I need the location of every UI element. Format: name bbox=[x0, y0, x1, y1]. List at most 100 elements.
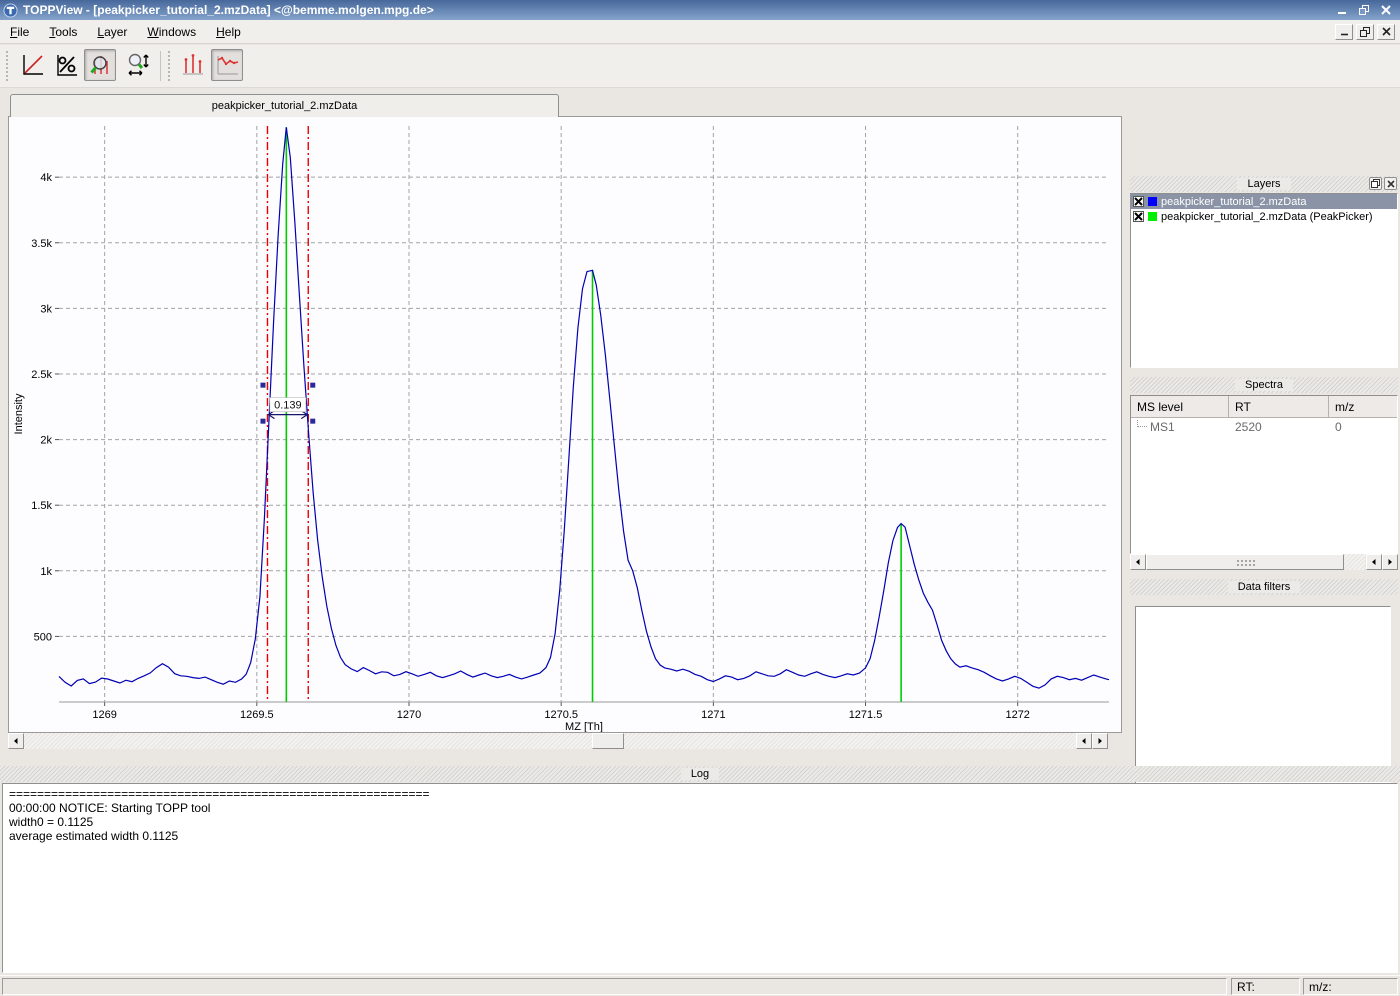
show-raw-data-button[interactable] bbox=[211, 49, 243, 81]
magnifier-move-icon bbox=[125, 52, 151, 78]
svg-text:1269: 1269 bbox=[92, 709, 116, 721]
toppview-window: TOPPView - [peakpicker_tutorial_2.mzData… bbox=[0, 0, 1400, 996]
menu-item-layer[interactable]: Layer bbox=[87, 22, 137, 42]
svg-text:Intensity: Intensity bbox=[13, 393, 25, 434]
spectra-panel-titlebar[interactable]: Spectra bbox=[1130, 377, 1398, 393]
window-title: TOPPView - [peakpicker_tutorial_2.mzData… bbox=[23, 3, 434, 17]
restore-icon bbox=[1359, 5, 1370, 16]
data-filters-panel-title: Data filters bbox=[1228, 581, 1301, 593]
scroll-right-button[interactable] bbox=[1092, 733, 1108, 749]
mdi-minimize-button[interactable] bbox=[1335, 24, 1353, 40]
window-titlebar[interactable]: TOPPView - [peakpicker_tutorial_2.mzData… bbox=[0, 0, 1400, 20]
thumb-grip-dots bbox=[1236, 559, 1256, 567]
spectra-ms-level: MS1 bbox=[1150, 420, 1175, 434]
arrow-right-icon bbox=[1386, 558, 1394, 566]
svg-text:1270: 1270 bbox=[397, 709, 421, 721]
svg-text:3.5k: 3.5k bbox=[31, 238, 52, 250]
close-icon bbox=[1381, 5, 1391, 15]
arrow-left-icon bbox=[12, 737, 20, 745]
arrow-left-icon bbox=[1134, 558, 1142, 566]
window-minimize-button[interactable] bbox=[1334, 3, 1350, 17]
svg-text:1270.5: 1270.5 bbox=[544, 709, 578, 721]
raw-line-icon bbox=[214, 52, 240, 78]
layer-visibility-checkbox[interactable] bbox=[1133, 196, 1144, 207]
toolbar bbox=[0, 45, 1400, 88]
svg-text:1271: 1271 bbox=[701, 709, 725, 721]
svg-text:MZ [Th]: MZ [Th] bbox=[565, 721, 603, 732]
spectra-table: MS level RT m/z MS1 2520 0 bbox=[1130, 395, 1398, 554]
scroll-left-button[interactable] bbox=[8, 733, 24, 749]
toolbar-drag-handle[interactable] bbox=[167, 51, 172, 81]
log-panel-titlebar[interactable]: Log bbox=[0, 766, 1400, 782]
restore-icon bbox=[1360, 27, 1370, 37]
layer-visibility-checkbox[interactable] bbox=[1133, 211, 1144, 222]
spectra-table-header: MS level RT m/z bbox=[1131, 396, 1397, 418]
log-output[interactable]: ========================================… bbox=[2, 783, 1398, 973]
log-line: ========================================… bbox=[9, 787, 1391, 801]
layer-color-swatch bbox=[1148, 212, 1157, 221]
status-rt-pane: RT: bbox=[1231, 978, 1300, 995]
arrow-right-icon bbox=[1096, 737, 1104, 745]
scroll-left-button[interactable] bbox=[1130, 554, 1146, 570]
minimize-icon bbox=[1337, 5, 1347, 15]
status-mz-pane: m/z: 1270.940602 bbox=[1303, 978, 1398, 995]
spectra-hscrollbar[interactable] bbox=[1130, 554, 1398, 570]
layers-list: peakpicker_tutorial_2.mzData peakpicker_… bbox=[1130, 193, 1398, 368]
plot-hscrollbar[interactable] bbox=[8, 733, 1122, 749]
translate-mode-button[interactable] bbox=[122, 49, 154, 81]
close-icon bbox=[1387, 180, 1395, 188]
dock-panels: Layers peakpicker_tutorial_2.mzData bbox=[1128, 176, 1400, 853]
data-filters-panel-titlebar[interactable]: Data filters bbox=[1130, 579, 1398, 595]
log-line: width0 = 0.1125 bbox=[9, 815, 1391, 829]
layer-label: peakpicker_tutorial_2.mzData (PeakPicker… bbox=[1161, 211, 1373, 223]
layer-label: peakpicker_tutorial_2.mzData bbox=[1161, 196, 1307, 208]
window-restore-button[interactable] bbox=[1356, 3, 1372, 17]
svg-text:1271.5: 1271.5 bbox=[849, 709, 883, 721]
layer-row-raw[interactable]: peakpicker_tutorial_2.mzData bbox=[1131, 194, 1397, 209]
scroll-left-button-2[interactable] bbox=[1366, 554, 1382, 570]
mdi-area: peakpicker_tutorial_2.mzData 1269 1269.5 1… bbox=[0, 88, 1400, 765]
layer-row-peakpicker[interactable]: peakpicker_tutorial_2.mzData (PeakPicker… bbox=[1131, 209, 1397, 224]
statusbar: RT: m/z: 1270.940602 bbox=[0, 975, 1400, 996]
menu-item-windows[interactable]: Windows bbox=[137, 22, 206, 42]
spectra-rt: 2520 bbox=[1229, 420, 1329, 434]
svg-text:2k: 2k bbox=[40, 435, 52, 447]
mdi-restore-button[interactable] bbox=[1356, 24, 1374, 40]
layers-panel-titlebar[interactable]: Layers bbox=[1130, 176, 1398, 192]
tab-peakpicker-tutorial-2[interactable]: peakpicker_tutorial_2.mzData bbox=[10, 94, 559, 117]
toppview-logo-icon bbox=[3, 3, 18, 18]
axes-diagonal-icon bbox=[19, 52, 45, 78]
toolbar-drag-handle[interactable] bbox=[5, 51, 10, 81]
spectrum-plot[interactable]: 12691269.512701270.512711271.512725001k1… bbox=[9, 117, 1121, 732]
menu-item-file[interactable]: File bbox=[0, 22, 39, 42]
spectra-row-ms1[interactable]: MS1 2520 0 bbox=[1131, 418, 1397, 436]
intensity-percentage-button[interactable] bbox=[50, 49, 82, 81]
svg-text:1269.5: 1269.5 bbox=[240, 709, 274, 721]
scrollbar-thumb[interactable] bbox=[1146, 554, 1344, 570]
menu-item-tools[interactable]: Tools bbox=[39, 22, 87, 42]
column-header-mz[interactable]: m/z bbox=[1329, 396, 1397, 418]
menu-item-help[interactable]: Help bbox=[206, 22, 251, 42]
svg-text:1.5k: 1.5k bbox=[31, 500, 52, 512]
scroll-right-button[interactable] bbox=[1382, 554, 1398, 570]
arrow-left-icon bbox=[1370, 558, 1378, 566]
column-header-ms-level[interactable]: MS level bbox=[1131, 396, 1229, 418]
magnifier-over-peaks-icon bbox=[87, 52, 113, 78]
spectra-panel-title: Spectra bbox=[1235, 379, 1293, 391]
show-peaks-button[interactable] bbox=[176, 49, 208, 81]
layers-float-button[interactable] bbox=[1369, 177, 1382, 190]
float-icon bbox=[1371, 179, 1380, 188]
window-close-button[interactable] bbox=[1378, 3, 1394, 17]
layers-close-button[interactable] bbox=[1384, 177, 1397, 190]
scrollbar-thumb[interactable] bbox=[592, 733, 624, 749]
reset-zoom-button[interactable] bbox=[16, 49, 48, 81]
percent-icon bbox=[53, 52, 79, 78]
scrollbar-track[interactable] bbox=[24, 733, 1076, 749]
scroll-left-button-2[interactable] bbox=[1076, 733, 1092, 749]
column-header-rt[interactable]: RT bbox=[1229, 396, 1329, 418]
zoom-mode-button[interactable] bbox=[84, 49, 116, 81]
toolbar-separator bbox=[160, 51, 161, 81]
minimize-icon bbox=[1340, 27, 1349, 36]
status-message-pane bbox=[2, 978, 1227, 995]
mdi-close-button[interactable] bbox=[1377, 24, 1395, 40]
